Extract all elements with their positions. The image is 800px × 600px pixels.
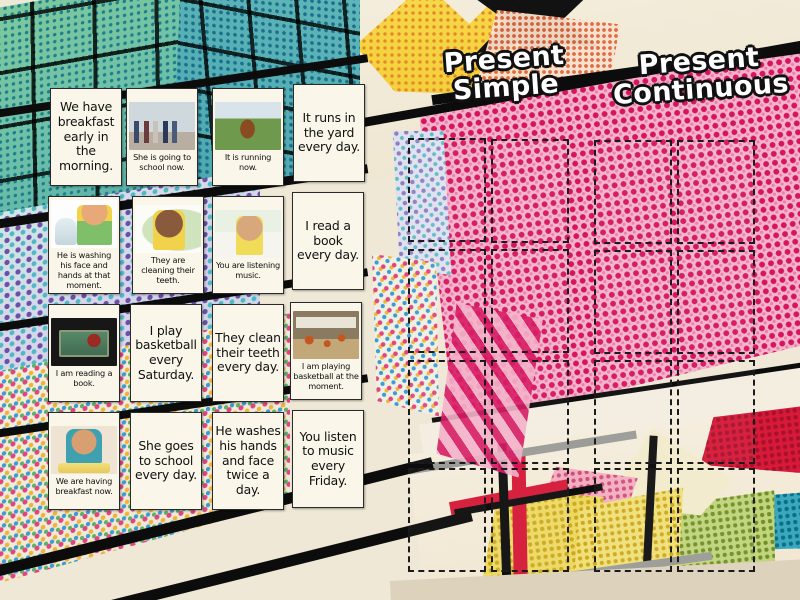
word-card-text: He washes his hands and face twice a day… — [215, 423, 281, 497]
word-card-text: You are listening music. — [215, 260, 281, 280]
word-card[interactable]: I play basketball every Saturday. — [130, 304, 202, 402]
word-card-text: I read a book every day. — [297, 218, 359, 263]
card-image-brushing-teeth — [135, 205, 201, 253]
word-card[interactable]: He washes his hands and face twice a day… — [212, 412, 284, 510]
card-image-running-dog — [215, 102, 281, 150]
card-image-playing-basketball — [293, 311, 359, 359]
word-card-text: We have breakfast early in the morning. — [57, 99, 115, 173]
card-image-listening-music — [215, 210, 281, 258]
dropzone[interactable] — [408, 249, 486, 353]
word-card-text: It runs in the yard every day. — [298, 110, 360, 155]
dropzone[interactable] — [491, 360, 569, 464]
card-image-open-book — [51, 318, 117, 366]
word-card[interactable]: It is running now. — [212, 88, 284, 186]
card-image-walking-to-school — [129, 102, 195, 150]
word-card[interactable]: I am playing basketball at the moment. — [290, 302, 362, 400]
dropzone[interactable] — [677, 250, 755, 354]
word-card[interactable]: We have breakfast early in the morning. — [50, 88, 122, 186]
word-card[interactable]: You listen to music every Friday. — [292, 410, 364, 508]
dropzone[interactable] — [408, 138, 486, 242]
dropzone[interactable] — [677, 468, 755, 572]
dropzone[interactable] — [491, 139, 569, 243]
word-card[interactable]: It runs in the yard every day. — [293, 84, 365, 182]
word-card-text: We are having breakfast now. — [55, 476, 113, 496]
word-card[interactable]: He is washing his face and hands at that… — [48, 196, 120, 294]
word-card[interactable]: They are cleaning their teeth. — [132, 196, 204, 294]
word-card[interactable]: I am reading a book. — [48, 304, 120, 402]
word-card-text: It is running now. — [224, 152, 272, 172]
word-card-text: They are cleaning their teeth. — [141, 255, 195, 285]
word-card-text: You listen to music every Friday. — [299, 428, 357, 488]
word-card[interactable]: You are listening music. — [212, 196, 284, 294]
dropzone[interactable] — [594, 360, 672, 464]
word-card[interactable]: I read a book every day. — [292, 192, 364, 290]
dropzone[interactable] — [491, 249, 569, 353]
dropzone[interactable] — [408, 360, 486, 464]
dropzone[interactable] — [594, 250, 672, 354]
word-card-text: She is going to school now. — [133, 152, 191, 172]
word-card[interactable]: We are having breakfast now. — [48, 412, 120, 510]
card-image-eating-breakfast — [51, 426, 117, 474]
word-card-text: I am reading a book. — [55, 368, 113, 388]
dropzone[interactable] — [677, 140, 755, 244]
word-card[interactable]: She goes to school every day. — [130, 412, 202, 510]
dropzone[interactable] — [491, 468, 569, 572]
dropzone[interactable] — [677, 360, 755, 464]
word-card-text: She goes to school every day. — [135, 438, 197, 483]
word-card-text: I play basketball every Saturday. — [135, 322, 197, 382]
dropzone[interactable] — [408, 468, 486, 572]
word-card-text: They clean their teeth every day. — [215, 330, 281, 375]
word-card[interactable]: They clean their teeth every day. — [212, 304, 284, 402]
header-line-1: Present Simple — [442, 39, 566, 107]
dropzone[interactable] — [594, 140, 672, 244]
word-card-text: He is washing his face and hands at that… — [56, 250, 112, 290]
card-image-boy-washing-face — [51, 200, 117, 248]
activity-canvas: Present Simple Present Continuous We hav… — [0, 0, 800, 600]
word-card[interactable]: She is going to school now. — [126, 88, 198, 186]
word-card-text: I am playing basketball at the moment. — [293, 361, 359, 391]
dropzone[interactable] — [594, 468, 672, 572]
